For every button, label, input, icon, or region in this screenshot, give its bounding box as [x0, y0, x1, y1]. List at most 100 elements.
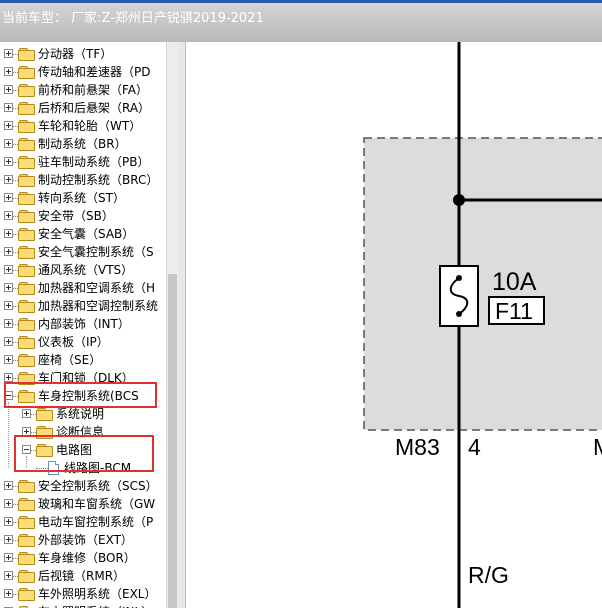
- wiring-diagram: 10A F11 M83 4 M R/G: [186, 42, 602, 608]
- expand-icon[interactable]: [4, 193, 13, 202]
- tree-item-fa[interactable]: 前桥和前悬架（FA）: [0, 81, 166, 99]
- tree-item-st[interactable]: 转向系统（ST）: [0, 189, 166, 207]
- tree-item-sab[interactable]: 安全气囊（SAB）: [0, 225, 166, 243]
- tree-item-scs[interactable]: 安全控制系统（SCS）: [0, 477, 166, 495]
- tree-item-label: 仪表板（IP）: [38, 335, 109, 349]
- tree-item-label: 后视镜（RMR）: [38, 569, 126, 583]
- junction-dot: [453, 194, 465, 206]
- expand-icon[interactable]: [4, 211, 13, 220]
- tree-item-label: 加热器和空调系统（H: [38, 281, 156, 295]
- expand-icon[interactable]: [4, 571, 13, 580]
- wiring-diagram-svg: 10A F11 M83 4 M R/G: [363, 42, 602, 608]
- folder-icon: [18, 228, 35, 241]
- expand-icon[interactable]: [4, 481, 13, 490]
- tree-item-label: 玻璃和车窗系统（GW: [38, 497, 156, 511]
- tree-item-exl[interactable]: 车外照明系统（EXL）: [0, 585, 166, 603]
- tree-item-label: 安全带（SB）: [38, 209, 114, 223]
- tree-item-hac-control[interactable]: 加热器和空调控制系统: [0, 297, 166, 315]
- tree-item-tf[interactable]: 分动器（TF）: [0, 45, 166, 63]
- expand-icon[interactable]: [4, 517, 13, 526]
- tree-item-pd[interactable]: 传动轴和差速器（PD: [0, 63, 166, 81]
- scrollbar-thumb[interactable]: [168, 274, 177, 608]
- title-bar: 当前车型： 厂家:Z-郑州日产锐骐2019-2021: [0, 0, 602, 42]
- tree-item-br[interactable]: 制动系统（BR）: [0, 135, 166, 153]
- expand-icon[interactable]: [4, 265, 13, 274]
- expand-icon[interactable]: [4, 283, 13, 292]
- expand-icon[interactable]: [22, 409, 31, 418]
- expand-icon[interactable]: [4, 535, 13, 544]
- folder-icon: [18, 534, 35, 547]
- tree-item-ra[interactable]: 后桥和后悬架（RA）: [0, 99, 166, 117]
- tree-item-ext[interactable]: 外部装饰（EXT）: [0, 531, 166, 549]
- tree-item-label: 安全气囊控制系统（S: [38, 245, 154, 259]
- tree-item-wt[interactable]: 车轮和轮胎（WT）: [0, 117, 166, 135]
- folder-icon: [18, 66, 35, 79]
- expand-icon[interactable]: [4, 355, 13, 364]
- tree-item-label: 前桥和前悬架（FA）: [38, 83, 149, 97]
- tree-item-ip[interactable]: 仪表板（IP）: [0, 333, 166, 351]
- expand-icon[interactable]: [4, 337, 13, 346]
- tree-item-label: 传动轴和差速器（PD: [38, 65, 151, 79]
- expand-icon[interactable]: [4, 319, 13, 328]
- tree-item-label: 制动控制系统（BRC）: [38, 173, 159, 187]
- folder-icon: [18, 210, 35, 223]
- tree-item-label: 安全气囊（SAB）: [38, 227, 135, 241]
- pane-splitter[interactable]: [178, 42, 186, 608]
- pin-label: 4: [468, 434, 481, 460]
- tree-item-vts[interactable]: 通风系统（VTS）: [0, 261, 166, 279]
- folder-icon: [18, 552, 35, 565]
- folder-icon: [18, 354, 35, 367]
- connector-label-right: M: [593, 434, 602, 460]
- tree-guide-line: [8, 402, 9, 468]
- folder-icon: [18, 138, 35, 151]
- tree-item-se[interactable]: 座椅（SE）: [0, 351, 166, 369]
- folder-icon: [18, 588, 35, 601]
- tree-item-gw[interactable]: 玻璃和车窗系统（GW: [0, 495, 166, 513]
- tree-item-hac[interactable]: 加热器和空调系统（H: [0, 279, 166, 297]
- tree-item-label: 转向系统（ST）: [38, 191, 125, 205]
- folder-icon: [18, 84, 35, 97]
- expand-icon[interactable]: [4, 229, 13, 238]
- expand-icon[interactable]: [4, 139, 13, 148]
- tree-item-bor[interactable]: 车身维修（BOR）: [0, 549, 166, 567]
- tree-item-label: 内部装饰（INT）: [38, 317, 130, 331]
- folder-icon: [18, 570, 35, 583]
- tree-item-label: 驻车制动系统（PB）: [38, 155, 150, 169]
- highlight-box-bcs: [4, 382, 157, 408]
- expand-icon[interactable]: [4, 589, 13, 598]
- expand-icon[interactable]: [4, 103, 13, 112]
- expand-icon[interactable]: [4, 157, 13, 166]
- tree-item-brc[interactable]: 制动控制系统（BRC）: [0, 171, 166, 189]
- expand-icon[interactable]: [4, 247, 13, 256]
- fuse-rating: 10A: [492, 268, 537, 296]
- expand-icon[interactable]: [4, 67, 13, 76]
- tree-item-pb[interactable]: 驻车制动系统（PB）: [0, 153, 166, 171]
- tree-item-label: 车身维修（BOR）: [38, 551, 136, 565]
- expand-icon[interactable]: [4, 553, 13, 562]
- expand-icon[interactable]: [4, 175, 13, 184]
- expand-icon[interactable]: [4, 499, 13, 508]
- expand-icon[interactable]: [4, 373, 13, 382]
- expand-icon[interactable]: [4, 49, 13, 58]
- tree-item-label: 车轮和轮胎（WT）: [38, 119, 142, 133]
- tree-item-sb[interactable]: 安全带（SB）: [0, 207, 166, 225]
- folder-icon: [18, 156, 35, 169]
- folder-icon: [18, 192, 35, 205]
- tree-item-int[interactable]: 内部装饰（INT）: [0, 315, 166, 333]
- folder-icon: [18, 102, 35, 115]
- expand-icon[interactable]: [4, 85, 13, 94]
- tree-item-label: 加热器和空调控制系统: [38, 299, 159, 313]
- folder-icon: [18, 498, 35, 511]
- tree-item-inl[interactable]: 车内照明系统（INL）: [0, 603, 166, 608]
- folder-icon: [18, 282, 35, 295]
- expand-icon[interactable]: [4, 121, 13, 130]
- fuse-zone: [363, 137, 602, 431]
- tree-item-power-window[interactable]: 电动车窗控制系统（P: [0, 513, 166, 531]
- tree-item-rmr[interactable]: 后视镜（RMR）: [0, 567, 166, 585]
- expand-icon[interactable]: [4, 301, 13, 310]
- folder-icon: [36, 408, 53, 421]
- connector-label: M83: [395, 434, 440, 460]
- folder-icon: [18, 480, 35, 493]
- folder-icon: [18, 516, 35, 529]
- tree-item-sab-control[interactable]: 安全气囊控制系统（S: [0, 243, 166, 261]
